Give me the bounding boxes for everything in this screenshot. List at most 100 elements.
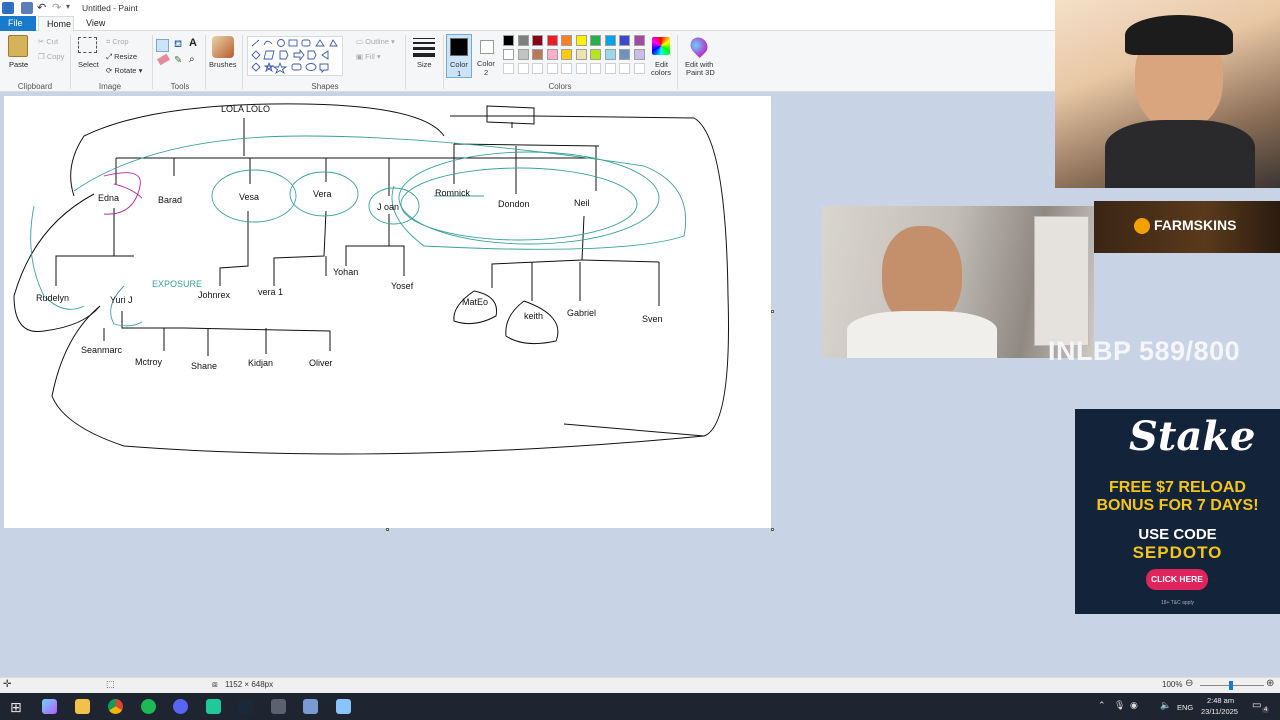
brushes-icon[interactable]	[212, 36, 234, 58]
windows-start-icon[interactable]: ⊞	[10, 699, 22, 716]
save-icon[interactable]	[21, 2, 33, 14]
edit-colors-icon[interactable]	[652, 37, 670, 55]
palette-swatch[interactable]	[561, 35, 572, 46]
resize-handle-right[interactable]	[771, 310, 774, 313]
notification-icon[interactable]: ▭	[1252, 700, 1261, 711]
quick-access-dropdown-icon[interactable]: ▾	[66, 2, 70, 11]
tray-chevron-icon[interactable]: ⌃	[1098, 700, 1106, 711]
chrome-icon[interactable]	[108, 699, 123, 714]
zoom-in-button[interactable]: ⊕	[1266, 678, 1274, 689]
palette-swatch[interactable]	[575, 35, 587, 46]
farmskins-banner[interactable]: FARMSKINS	[1094, 201, 1280, 253]
image-group-label: Image	[98, 82, 122, 91]
tab-file[interactable]: File	[0, 16, 36, 31]
zoom-out-button[interactable]: ⊖	[1185, 678, 1193, 689]
paste-button[interactable]: Paste	[9, 60, 28, 69]
drawing-canvas[interactable]: LOLA LOLO Edna Barad Vesa Vera J oan Rom…	[4, 96, 771, 528]
palette-swatch[interactable]	[633, 35, 645, 46]
palette-swatch[interactable]	[575, 49, 587, 60]
palette-swatch[interactable]	[633, 49, 645, 60]
palette-swatch[interactable]	[619, 35, 630, 46]
discord-icon[interactable]	[173, 699, 188, 714]
palette-swatch[interactable]	[590, 35, 601, 46]
paint-taskbar-icon[interactable]	[303, 699, 318, 714]
palette-swatch[interactable]	[517, 49, 529, 60]
brushes-button[interactable]: Brushes	[209, 60, 237, 69]
color-2-button[interactable]: Color 2	[475, 34, 501, 78]
palette-swatch-custom[interactable]	[517, 63, 529, 74]
settings-icon[interactable]	[271, 699, 286, 714]
color-1-button[interactable]: Color 1	[446, 34, 472, 78]
palette-swatch[interactable]	[604, 49, 616, 60]
tab-home[interactable]: Home	[38, 16, 74, 31]
palette-swatch[interactable]	[619, 49, 630, 60]
spotify-icon[interactable]	[141, 699, 156, 714]
palette-swatch-custom[interactable]	[590, 63, 601, 74]
paint-3d-icon[interactable]	[686, 33, 712, 59]
resize-button[interactable]: ⤢ Resize	[106, 52, 137, 62]
palette-swatch[interactable]	[546, 35, 558, 46]
palette-swatch[interactable]	[546, 49, 558, 60]
palette-swatch[interactable]	[503, 49, 514, 60]
resize-handle-corner[interactable]	[771, 528, 774, 531]
edit-colors-line2[interactable]: colors	[651, 68, 671, 77]
clock-date[interactable]: 23/11/2025	[1201, 707, 1238, 716]
tab-view[interactable]: View	[78, 16, 113, 31]
notepad-icon[interactable]	[336, 699, 351, 714]
palette-swatch[interactable]	[532, 49, 543, 60]
pencil-icon[interactable]	[156, 39, 169, 52]
volume-icon[interactable]: 🔈	[1160, 700, 1171, 711]
palette-swatch-custom[interactable]	[561, 63, 572, 74]
palette-swatch-custom[interactable]	[604, 63, 616, 74]
color-picker-icon[interactable]: ✎	[174, 55, 182, 66]
crop-label: Crop	[112, 37, 129, 46]
ribbon: Paste ✂ Cut ❐ Copy Clipboard Select ⌗ Cr…	[0, 31, 1055, 92]
fill-dropdown[interactable]: ▣ Fill ▾	[356, 52, 381, 61]
cut-button[interactable]: ✂ Cut	[38, 37, 58, 46]
crop-button[interactable]: ⌗ Crop	[106, 37, 129, 47]
fill-bucket-icon[interactable]: ⛾	[174, 39, 182, 52]
palette-swatch-custom[interactable]	[532, 63, 543, 74]
palette-swatch[interactable]	[532, 35, 543, 46]
palette-swatch[interactable]	[604, 35, 616, 46]
palette-swatch-custom[interactable]	[619, 63, 630, 74]
rotate-button[interactable]: ⟳ Rotate ▾	[106, 66, 142, 75]
zoom-slider-thumb[interactable]	[1229, 681, 1233, 690]
microphone-icon[interactable]: 🎙	[1114, 700, 1125, 711]
resize-handle-bottom[interactable]	[386, 528, 389, 531]
node-mateo: MatEo	[462, 297, 489, 307]
outline-dropdown[interactable]: ▭ Outline ▾	[356, 37, 395, 46]
magnifier-icon[interactable]: ⌕	[189, 54, 195, 65]
shapes-gallery[interactable]	[247, 36, 343, 76]
copilot-icon[interactable]	[42, 699, 57, 714]
stake-ad[interactable]: Stake FREE $7 RELOAD BONUS FOR 7 DAYS! U…	[1075, 409, 1280, 614]
palette-swatch-custom[interactable]	[546, 63, 558, 74]
redo-icon[interactable]: ↷	[52, 1, 61, 14]
network-icon[interactable]: ◉	[1130, 700, 1138, 711]
palette-swatch[interactable]	[561, 49, 572, 60]
outline-label: Outline	[365, 37, 389, 46]
edit-with-paint3d-line2[interactable]: Paint 3D	[686, 68, 715, 77]
select-button[interactable]: Select	[78, 60, 99, 69]
clock-time[interactable]: 2:48 am	[1207, 696, 1234, 705]
size-icon[interactable]	[413, 38, 435, 58]
paste-icon[interactable]	[8, 35, 28, 57]
file-explorer-icon[interactable]	[75, 699, 90, 714]
language-indicator[interactable]: ENG	[1177, 703, 1193, 712]
palette-swatch-custom[interactable]	[575, 63, 587, 74]
node-yosef: Yosef	[391, 281, 414, 291]
copy-button[interactable]: ❐ Copy	[38, 52, 64, 61]
steam-icon[interactable]	[238, 699, 253, 714]
undo-icon[interactable]: ↶	[37, 1, 46, 14]
palette-swatch[interactable]	[503, 35, 514, 46]
palette-swatch[interactable]	[517, 35, 529, 46]
app-icon[interactable]	[206, 699, 221, 714]
eraser-icon[interactable]	[156, 53, 171, 66]
palette-swatch[interactable]	[590, 49, 601, 60]
select-icon[interactable]	[78, 37, 97, 53]
palette-swatch-custom[interactable]	[633, 63, 645, 74]
palette-swatch-custom[interactable]	[503, 63, 514, 74]
text-tool-icon[interactable]: A	[189, 37, 197, 49]
size-button[interactable]: Size	[417, 60, 432, 69]
stake-click-here-button[interactable]: CLICK HERE	[1146, 569, 1208, 590]
